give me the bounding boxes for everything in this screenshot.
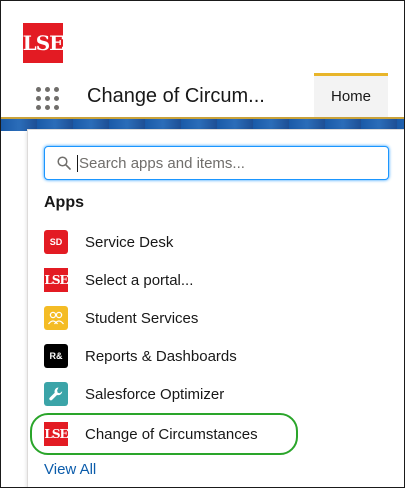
app-item-student-services[interactable]: Student Services <box>44 305 198 331</box>
app-item-label: Service Desk <box>85 233 174 251</box>
app-item-label: Reports & Dashboards <box>85 347 237 365</box>
app-title: Change of Circum... <box>87 85 265 107</box>
wrench-icon <box>44 382 68 406</box>
highlight-outline <box>30 413 298 455</box>
people-icon <box>44 306 68 330</box>
app-item-label: Student Services <box>85 309 199 327</box>
search-icon <box>57 156 71 170</box>
app-item-service-desk[interactable]: SD Service Desk <box>44 229 173 255</box>
app-item-label: Salesforce Optimizer <box>85 385 225 403</box>
app-launcher-grid-icon[interactable] <box>32 83 59 110</box>
app-frame: LSE Change of Circum... Home Apps SD Ser… <box>0 0 405 488</box>
app-item-label: Select a portal... <box>85 271 194 289</box>
view-all-link[interactable]: View All <box>44 461 96 478</box>
apps-heading: Apps <box>44 194 84 211</box>
tab-home[interactable]: Home <box>314 73 388 117</box>
app-item-select-portal[interactable]: LSE Select a portal... <box>44 267 193 293</box>
app-item-salesforce-optimizer[interactable]: Salesforce Optimizer <box>44 381 224 407</box>
lse-logo: LSE <box>23 23 64 63</box>
service-desk-app-icon: SD <box>44 230 68 254</box>
text-caret <box>77 154 78 172</box>
app-item-reports-dashboards[interactable]: R& Reports & Dashboards <box>44 343 237 369</box>
search-box[interactable] <box>44 146 389 180</box>
search-input[interactable] <box>79 154 359 172</box>
lse-app-icon: LSE <box>44 268 69 292</box>
reports-dashboards-app-icon: R& <box>44 344 68 368</box>
